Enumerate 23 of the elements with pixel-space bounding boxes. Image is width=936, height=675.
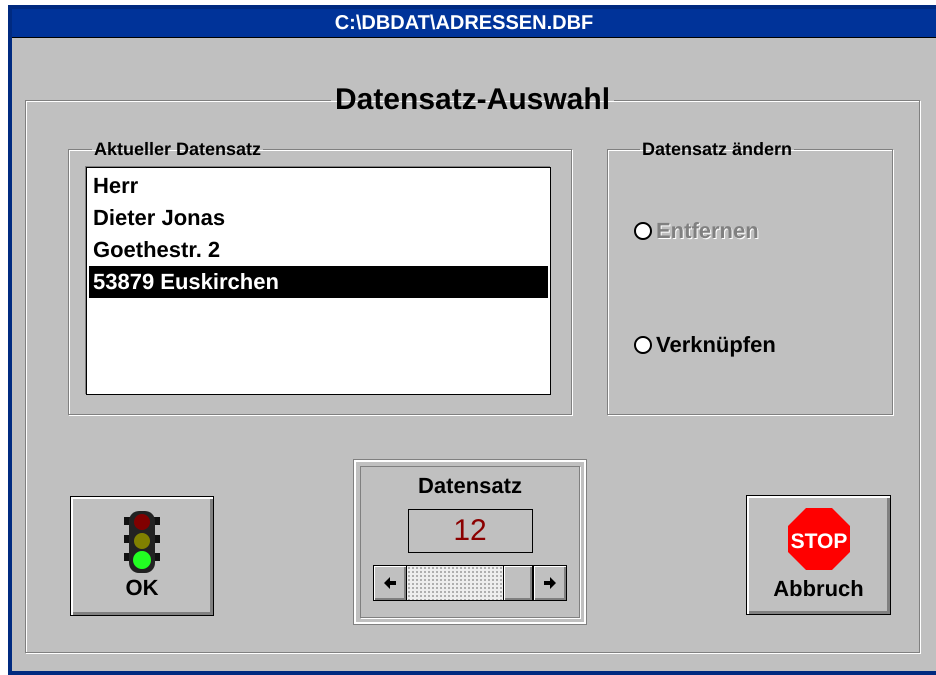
right-arrow-icon: [544, 577, 556, 589]
scroll-left-button[interactable]: [374, 566, 406, 600]
record-number-field: 12: [408, 509, 532, 553]
list-item[interactable]: Dieter Jonas: [89, 202, 548, 234]
stop-sign-icon: STOP: [788, 508, 850, 570]
radio-label: Verknüpfen: [656, 332, 776, 358]
list-item[interactable]: Herr: [89, 170, 548, 202]
window-title: C:\DBDAT\ADRESSEN.DBF: [334, 11, 594, 35]
list-item[interactable]: Goethestr. 2: [89, 234, 548, 266]
navigator-label: Datensatz: [418, 473, 522, 499]
radio-button[interactable]: [634, 336, 652, 354]
ok-button[interactable]: OK: [70, 496, 214, 616]
cancel-button[interactable]: STOP Abbruch: [746, 495, 891, 615]
left-arrow-icon: [384, 577, 396, 589]
radio-label: Entfernen: [656, 218, 759, 244]
record-scrollbar[interactable]: [373, 565, 567, 601]
scroll-right-button[interactable]: [534, 566, 566, 600]
record-listbox[interactable]: Herr Dieter Jonas Goethestr. 2 53879 Euskirchen: [86, 167, 551, 395]
list-item[interactable]: 53879 Euskirchen: [89, 266, 548, 298]
dialog-heading: Datensatz-Auswahl: [334, 83, 612, 117]
scroll-thumb[interactable]: [503, 566, 533, 600]
group-label: Datensatz ändern: [641, 139, 794, 159]
group-label: Aktueller Datensatz: [93, 139, 262, 159]
